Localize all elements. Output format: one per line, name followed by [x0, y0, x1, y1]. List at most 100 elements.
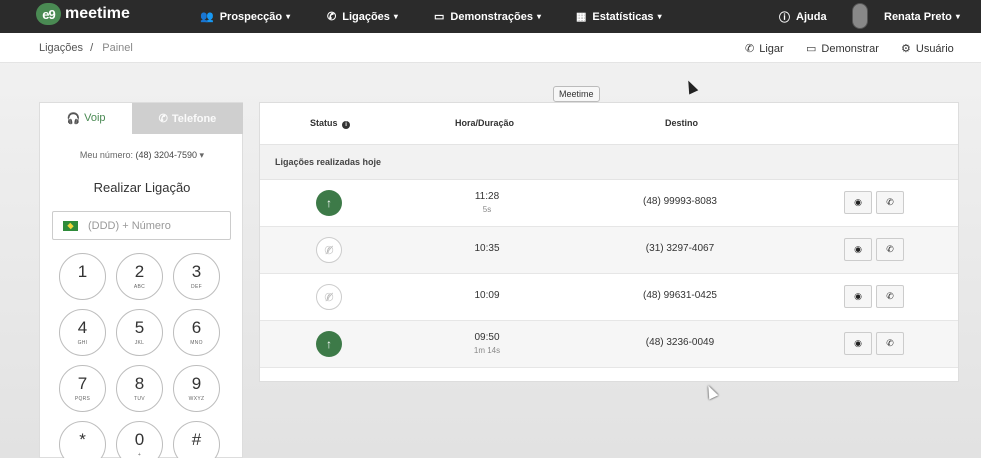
user-action[interactable]: ⚙ Usuário: [901, 42, 954, 55]
view-details-button[interactable]: ◉: [844, 285, 872, 308]
key-digit: 2: [134, 262, 145, 281]
chevron-down-icon: ▾: [955, 12, 960, 21]
key-digit: 3: [191, 262, 202, 281]
keypad-key[interactable]: 3 DEF: [173, 253, 220, 300]
key-letters: DEF: [191, 284, 202, 290]
mouse-cursor: [683, 78, 699, 95]
monitor-icon: ▭: [806, 43, 817, 55]
nav-ligacoes[interactable]: ✆ Ligações ▾: [327, 0, 398, 33]
monitor-icon: ▭: [434, 11, 445, 23]
call-completed-icon: ↑: [316, 331, 342, 357]
key-digit: 1: [77, 262, 88, 281]
phone-icon: ✆: [327, 11, 337, 23]
phone-icon: ✆: [886, 291, 894, 301]
key-digit: 6: [191, 318, 202, 337]
phone-icon: ✆: [886, 244, 894, 254]
keypad-key[interactable]: 1: [59, 253, 106, 300]
app-logo[interactable]: e9 meetime: [36, 3, 130, 25]
call-missed-icon: ✆̸: [316, 237, 342, 263]
key-letters: ABC: [133, 284, 146, 290]
key-letters: TUV: [134, 396, 145, 402]
phone-field[interactable]: [52, 211, 231, 240]
call-completed-icon: ↑: [316, 190, 342, 216]
calls-card: Status i Hora/Duração Destino Ligações r…: [259, 102, 959, 382]
phone-number-input[interactable]: [88, 219, 228, 232]
help-icon: ⓘ: [779, 11, 790, 24]
key-digit: 4: [77, 318, 88, 337]
call-time: 10:09: [474, 290, 500, 301]
key-digit: #: [191, 430, 202, 449]
brazil-flag-icon[interactable]: [63, 220, 78, 231]
keypad-key[interactable]: 9 WXYZ: [173, 365, 220, 412]
nav-estatisticas[interactable]: ▦ Estatísticas ▾: [576, 0, 662, 33]
phone-icon: ✆: [158, 113, 168, 125]
call-again-button[interactable]: ✆: [876, 332, 904, 355]
phone-icon: ✆: [886, 338, 894, 348]
tab-voip[interactable]: 🎧 Voip: [40, 103, 132, 134]
headset-icon: 🎧: [66, 112, 81, 125]
chevron-down-icon: ▾: [393, 12, 398, 21]
key-letters: GHI: [77, 340, 88, 346]
info-icon[interactable]: i: [342, 121, 351, 129]
my-number-label: Meu número:: [79, 150, 133, 160]
header-status: Status i: [310, 118, 351, 129]
my-number-selector[interactable]: Meu número: (48) 3204-7590 ▾: [40, 150, 244, 161]
group-label: Ligações realizadas hoje: [275, 157, 382, 167]
keypad-key[interactable]: #: [173, 421, 220, 458]
keypad-key[interactable]: 5 JKL: [116, 309, 163, 356]
nav-prospeccao[interactable]: 👥 Prospecção ▾: [200, 0, 290, 33]
key-letters: WXYZ: [188, 396, 205, 402]
keypad-key[interactable]: 6 MNO: [173, 309, 220, 356]
breadcrumb-bar: Ligações / Painel ✆ Ligar ▭ Demonstrar ⚙ Us…: [0, 33, 981, 63]
call-action[interactable]: ✆ Ligar: [745, 42, 784, 55]
breadcrumb: Ligações / Painel: [39, 42, 133, 54]
key-digit: 7: [77, 374, 88, 393]
tab-telefone[interactable]: ✆ Telefone: [132, 103, 243, 134]
demo-action[interactable]: ▭ Demonstrar: [806, 42, 879, 55]
chart-icon: ▦: [576, 11, 587, 23]
key-digit: 0: [134, 430, 145, 449]
nav-label: Estatísticas: [592, 10, 654, 23]
chevron-down-icon: ▾: [536, 12, 541, 21]
user-action-label: Usuário: [915, 43, 954, 55]
view-details-button[interactable]: ◉: [844, 191, 872, 214]
view-details-button[interactable]: ◉: [844, 238, 872, 261]
keypad-key[interactable]: 0 +: [116, 421, 163, 458]
keypad-key[interactable]: 8 TUV: [116, 365, 163, 412]
view-details-button[interactable]: ◉: [844, 332, 872, 355]
breadcrumb-parent[interactable]: Ligações: [39, 42, 83, 54]
key-letters: PQRS: [74, 396, 91, 402]
eye-icon: ◉: [854, 197, 862, 207]
my-number-value: (48) 3204-7590: [135, 150, 198, 160]
dialer-title: Realizar Ligação: [93, 180, 191, 195]
demo-action-label: Demonstrar: [821, 43, 879, 55]
tab-label: Voip: [84, 112, 106, 124]
call-again-button[interactable]: ✆: [876, 191, 904, 214]
nav-help[interactable]: ⓘ Ajuda: [779, 0, 827, 33]
table-row: ↑ 11:28 5s (48) 99993-8083 ◉ ✆: [260, 180, 958, 227]
group-row: Ligações realizadas hoje: [260, 144, 958, 180]
logo-mark: e9: [36, 3, 61, 25]
header-destination: Destino: [665, 118, 699, 128]
call-destination: (48) 99631-0425: [643, 290, 717, 301]
call-time: 09:50: [474, 332, 500, 343]
phone-icon: ✆: [886, 197, 894, 207]
keypad-key[interactable]: 2 ABC: [116, 253, 163, 300]
logo-text: meetime: [65, 5, 130, 22]
avatar[interactable]: [852, 3, 868, 29]
keypad-key[interactable]: *: [59, 421, 106, 458]
nav-demonstracoes[interactable]: ▭ Demonstrações ▾: [434, 0, 541, 33]
call-again-button[interactable]: ✆: [876, 285, 904, 308]
keypad-key[interactable]: 4 GHI: [59, 309, 106, 356]
key-digit: *: [79, 430, 86, 449]
breadcrumb-current: Painel: [102, 42, 133, 54]
call-again-button[interactable]: ✆: [876, 238, 904, 261]
user-menu[interactable]: Renata Preto ▾: [884, 0, 960, 33]
users-icon: 👥: [200, 11, 214, 23]
keypad-key[interactable]: 7 PQRS: [59, 365, 106, 412]
key-digit: 9: [191, 374, 202, 393]
help-label: Ajuda: [796, 10, 827, 23]
chevron-down-icon: ▾: [657, 12, 662, 21]
tooltip: Meetime: [553, 86, 600, 102]
eye-icon: ◉: [854, 291, 862, 301]
